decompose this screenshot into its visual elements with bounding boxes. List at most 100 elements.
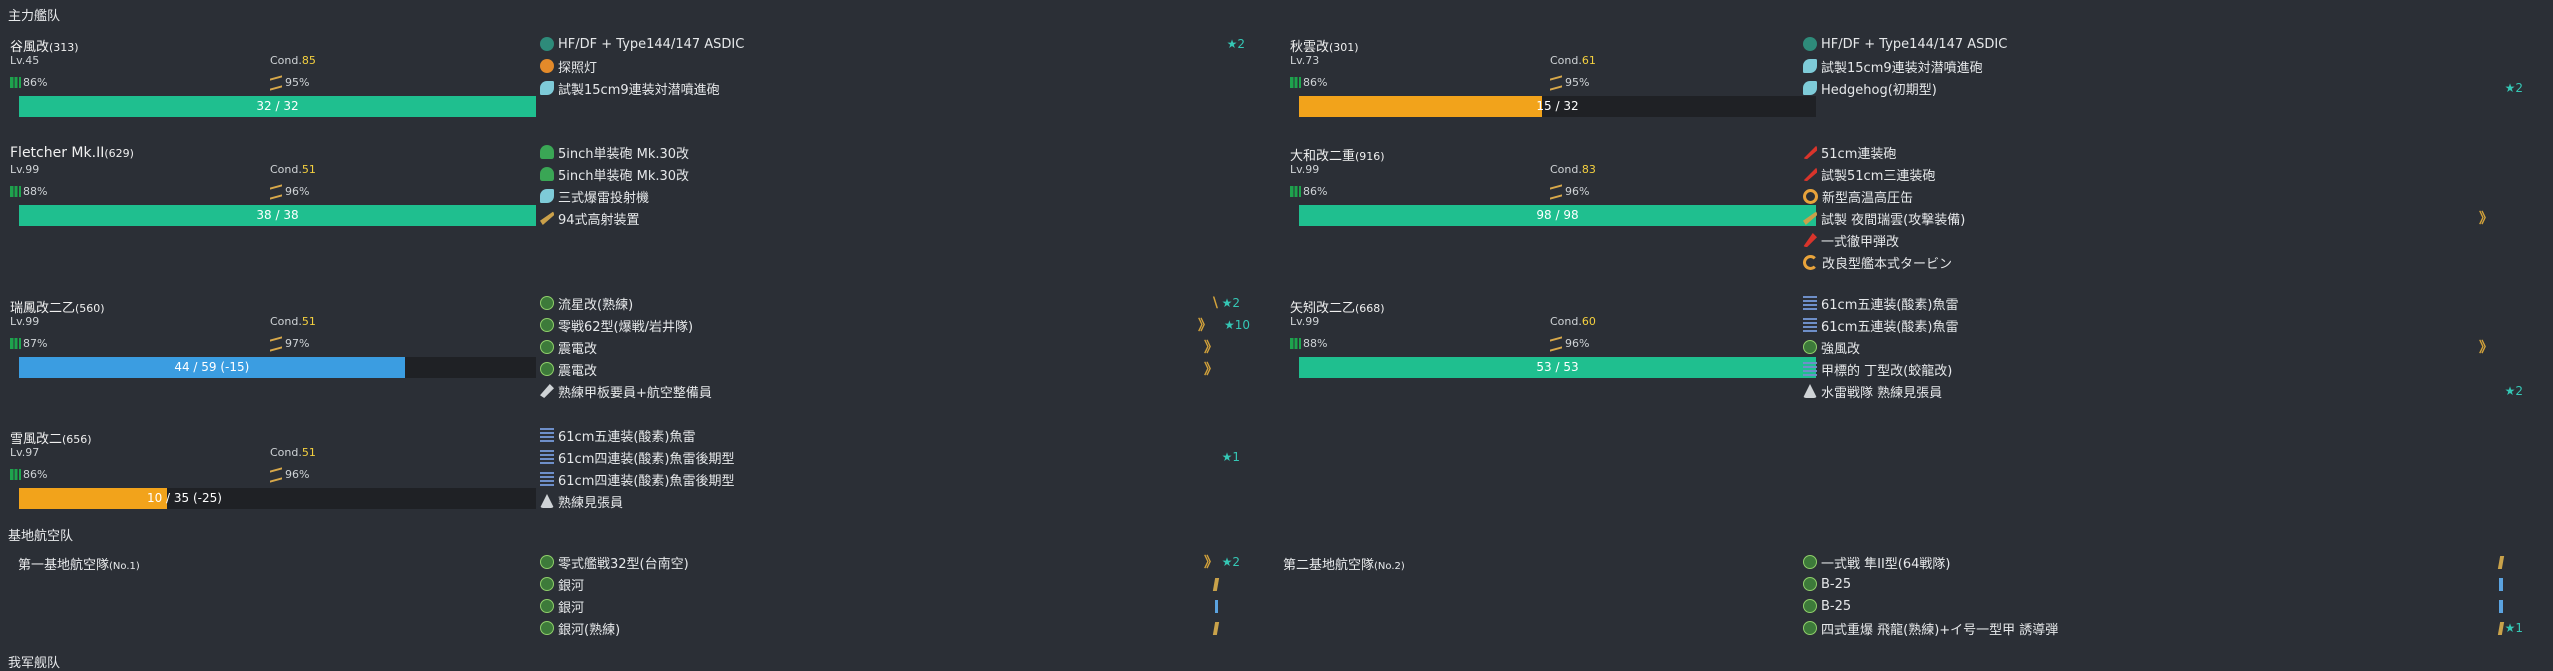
equip-item[interactable]: 流星改(熟練) \ ★2	[540, 292, 1240, 314]
equip-item[interactable]: 零戦62型(爆戦/岩井隊) 》 ★10	[540, 314, 1250, 336]
equip-item[interactable]: 試製15cm9連装対潜噴進砲	[540, 77, 1240, 99]
equip-item[interactable]: 61cm四連装(酸素)魚雷後期型	[540, 468, 1240, 490]
torpedo-icon	[1803, 296, 1817, 310]
equip-item[interactable]: 水雷戦隊 熟練見張員 ★2	[1803, 380, 2523, 402]
ship-level: Lv.99	[10, 163, 40, 176]
ship-name: 秋雲改(301)	[1290, 40, 1359, 55]
ship-fuel: 86%	[1290, 76, 1327, 89]
equip-item[interactable]: HF/DF + Type144/147 ASDIC ★2	[540, 33, 1245, 55]
equip-item[interactable]: 三式爆雷投射機	[540, 185, 1240, 207]
equip-list: HF/DF + Type144/147 ASDIC ★2 探照灯 試製15cm9連…	[540, 33, 1245, 99]
hp-text: 32 / 32	[256, 99, 299, 113]
proficiency-bar	[2499, 599, 2503, 613]
equip-item[interactable]: 銀河	[540, 573, 1240, 595]
ship-name: 大和改二重(916)	[1290, 149, 1385, 164]
sonar-icon	[540, 189, 554, 203]
equip-item[interactable]: 銀河	[540, 595, 1240, 617]
equip-item[interactable]: B-25	[1803, 573, 2503, 595]
equip-item[interactable]: 試製15cm9連装対潜噴進砲	[1803, 55, 2523, 77]
improvement-star: ★2	[1221, 555, 1240, 569]
ship-ammo: 96%	[1550, 183, 1589, 200]
ammo-icon	[1550, 74, 1562, 91]
fuel-icon	[10, 469, 21, 480]
plane-icon	[540, 621, 554, 635]
equip-item[interactable]: 試製51cm三連装砲	[1803, 163, 2493, 185]
equip-item[interactable]: 51cm連装砲	[1803, 141, 2493, 163]
ship-cond: Cond.85	[270, 54, 316, 67]
equip-list: 61cm五連装(酸素)魚雷 61cm五連装(酸素)魚雷 強風改》 甲標的 丁型改…	[1803, 292, 2523, 402]
equip-item[interactable]: Hedgehog(初期型) ★2	[1803, 77, 2523, 99]
equip-item[interactable]: 震電改》	[540, 336, 1240, 358]
ammo-icon	[1550, 183, 1562, 200]
ship-card[interactable]: 大和改二重(916) Lv.99 Cond.83 86% 96% 98 / 98	[1280, 145, 1816, 265]
ship-card[interactable]: 矢矧改二乙(668) Lv.99 Cond.60 88% 96% 53 / 53	[1280, 297, 1816, 417]
plane-icon	[1803, 577, 1817, 591]
lbas-name: 第一基地航空隊(No.1)	[18, 558, 140, 573]
hp-text: 98 / 98	[1536, 208, 1579, 222]
plane-icon	[540, 296, 554, 310]
boiler-icon	[1803, 188, 1818, 204]
proficiency-chevron: 》	[2479, 340, 2493, 356]
equip-item[interactable]: 熟練甲板要員+航空整備員	[540, 380, 1240, 402]
ship-card[interactable]: 雪風改二(656) Lv.97 Cond.51 86% 96% 10 / 35 …	[0, 428, 536, 548]
hp-text: 53 / 53	[1536, 360, 1579, 374]
ammo-icon	[1550, 335, 1562, 352]
equip-item[interactable]: 零式艦戦32型(台南空) 》 ★2	[540, 551, 1240, 573]
plane-icon	[1803, 599, 1817, 613]
equip-item[interactable]: HF/DF + Type144/147 ASDIC	[1803, 33, 2523, 55]
hp-text: 38 / 38	[256, 208, 299, 222]
equip-item[interactable]: 5inch単装砲 Mk.30改	[540, 163, 1240, 185]
equip-item[interactable]: 四式重爆 飛龍(熟練)+イ号一型甲 誘導弾 ★1	[1803, 617, 2523, 639]
ship-name: 谷風改(313)	[10, 40, 79, 55]
improvement-star: ★2	[2504, 81, 2523, 95]
ship-ammo: 95%	[270, 74, 309, 91]
equip-item[interactable]: 5inch単装砲 Mk.30改	[540, 141, 1240, 163]
ship-card[interactable]: 秋雲改(301) Lv.73 Cond.61 86% 95% 15 / 32	[1280, 36, 1816, 156]
equip-list: 61cm五連装(酸素)魚雷 61cm四連装(酸素)魚雷後期型 ★1 61cm四連装…	[540, 424, 1240, 512]
ap-shell-icon	[1803, 233, 1817, 247]
ship-level: Lv.97	[10, 446, 40, 459]
equip-list: 51cm連装砲 試製51cm三連装砲 新型高温高圧缶 試製 夜間瑞雲(攻撃装備)…	[1803, 141, 2493, 273]
plane-icon	[540, 577, 554, 591]
searchlight-icon	[540, 59, 554, 73]
ship-card[interactable]: 谷風改(313) Lv.45 Cond.85 86% 95% 32 / 32	[0, 36, 536, 156]
torpedo-icon	[540, 450, 554, 464]
fuel-icon	[10, 338, 21, 349]
equip-item[interactable]: 94式高射装置	[540, 207, 1240, 229]
ship-card[interactable]: Fletcher Mk.II(629) Lv.99 Cond.51 88% 96…	[0, 145, 536, 265]
improvement-star: ★2	[1226, 37, 1245, 51]
fuel-icon	[1290, 186, 1301, 197]
radar-icon	[540, 37, 554, 51]
equip-item[interactable]: 強風改》	[1803, 336, 2523, 358]
ship-level: Lv.73	[1290, 54, 1320, 67]
proficiency-bar	[2497, 555, 2505, 569]
ship-fuel: 86%	[10, 76, 47, 89]
equip-item[interactable]: 銀河(熟練)	[540, 617, 1240, 639]
equip-item[interactable]: 震電改》	[540, 358, 1240, 380]
equip-item[interactable]: 新型高温高圧缶	[1803, 185, 2493, 207]
equip-item[interactable]: 一式徹甲弾改	[1803, 229, 2493, 251]
hp-text: 10 / 35 (-25)	[146, 491, 222, 505]
plane-icon	[540, 555, 554, 569]
plane-icon	[1803, 555, 1817, 569]
ship-name: 雪風改二(656)	[10, 432, 92, 447]
ship-level: Lv.99	[1290, 163, 1320, 176]
equip-item[interactable]: 改良型艦本式タービン	[1803, 251, 2493, 273]
ship-cond: Cond.83	[1550, 163, 1596, 176]
equip-item[interactable]: 61cm五連装(酸素)魚雷	[540, 424, 1240, 446]
equip-item[interactable]: 61cm五連装(酸素)魚雷	[1803, 292, 2523, 314]
equip-item[interactable]: 一式戦 隼II型(64戦隊)	[1803, 551, 2505, 573]
ship-card[interactable]: 瑞鳳改二乙(560) Lv.99 Cond.51 87% 97% 44 / 59…	[0, 297, 536, 417]
equip-item[interactable]: 61cm五連装(酸素)魚雷	[1803, 314, 2523, 336]
hp-text: 44 / 59 (-15)	[174, 360, 250, 374]
equip-item[interactable]: 61cm四連装(酸素)魚雷後期型 ★1	[540, 446, 1240, 468]
hp-bar: 15 / 32	[1299, 96, 1816, 117]
equip-item[interactable]: B-25	[1803, 595, 2503, 617]
equip-list: 5inch単装砲 Mk.30改 5inch単装砲 Mk.30改 三式爆雷投射機 …	[540, 141, 1240, 229]
ship-fuel: 88%	[10, 185, 47, 198]
equip-item[interactable]: 甲標的 丁型改(蛟龍改)	[1803, 358, 2523, 380]
equip-item[interactable]: 探照灯	[540, 55, 1240, 77]
improvement-star: ★1	[2504, 621, 2523, 635]
equip-item[interactable]: 試製 夜間瑞雲(攻撃装備) 》	[1803, 207, 2493, 229]
equip-item[interactable]: 熟練見張員	[540, 490, 1240, 512]
